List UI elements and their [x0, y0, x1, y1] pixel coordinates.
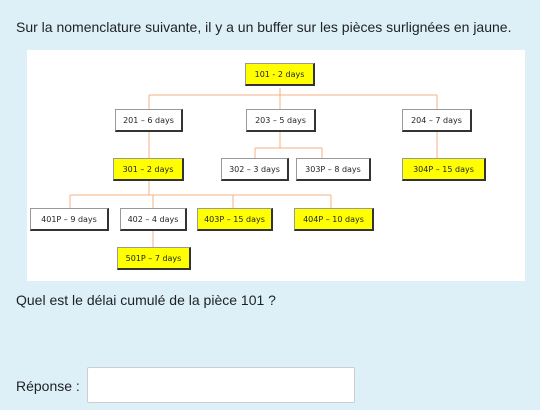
part-403p: 403P – 15 days [197, 208, 273, 231]
part-501p: 501P – 7 days [117, 247, 191, 270]
answer-input[interactable] [87, 367, 355, 403]
part-404p: 404P – 10 days [294, 208, 374, 231]
part-101: 101 - 2 days [245, 63, 315, 86]
part-401p: 401P – 9 days [30, 208, 109, 231]
question-prompt: Quel est le délai cumulé de la pièce 101… [16, 292, 276, 308]
part-302: 302 – 3 days [221, 158, 289, 181]
question-text: Sur la nomenclature suivante, il y a un … [16, 19, 512, 35]
part-204: 204 – 7 days [402, 109, 472, 132]
part-402: 402 – 4 days [120, 208, 187, 231]
part-203: 203 – 5 days [246, 109, 316, 132]
answer-label: Réponse : [16, 378, 80, 394]
nomenclature-diagram: 101 - 2 days 201 – 6 days 203 – 5 days 2… [27, 50, 525, 281]
part-303p: 303P – 8 days [296, 158, 371, 181]
part-301: 301 – 2 days [113, 158, 184, 181]
part-304p: 304P – 15 days [402, 158, 486, 181]
part-201: 201 – 6 days [115, 109, 183, 132]
